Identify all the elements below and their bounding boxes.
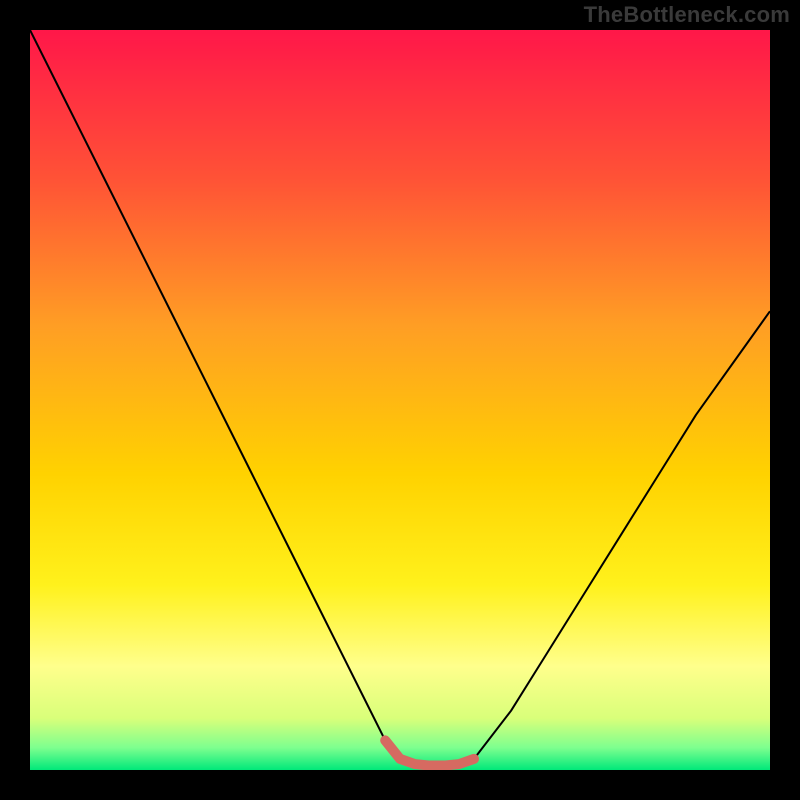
bottleneck-chart (0, 0, 800, 800)
chart-frame: TheBottleneck.com (0, 0, 800, 800)
plot-background (30, 30, 770, 770)
watermark-text: TheBottleneck.com (584, 2, 790, 28)
